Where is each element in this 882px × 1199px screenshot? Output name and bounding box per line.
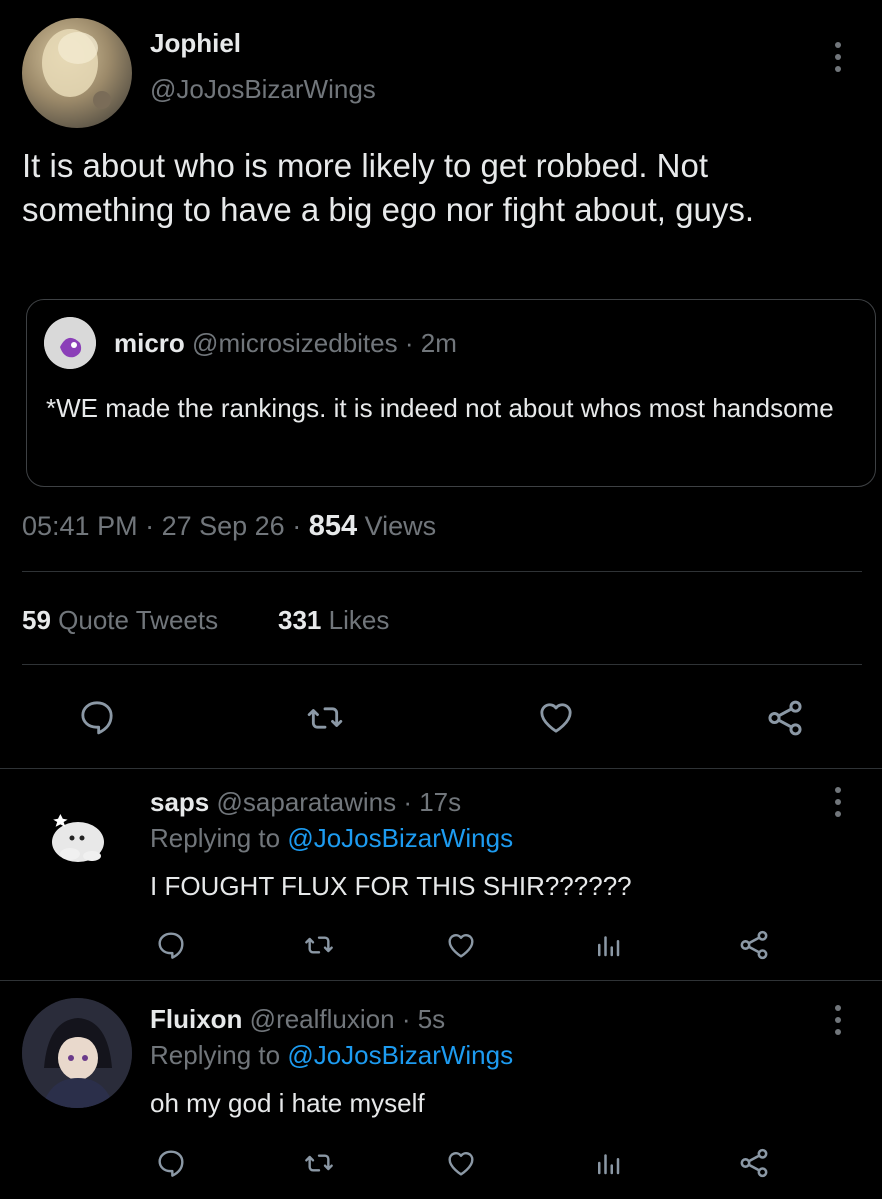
retweet-icon[interactable]: [300, 929, 338, 961]
divider: [22, 664, 862, 665]
quote-tweets-stat[interactable]: 59 Quote Tweets: [22, 605, 218, 636]
quoted-text: *WE made the rankings. it is indeed not …: [46, 393, 834, 423]
quoted-author-handle: @microsizedbites: [192, 328, 398, 358]
more-options-icon[interactable]: [834, 42, 842, 72]
more-options-icon[interactable]: [834, 1005, 842, 1035]
like-icon[interactable]: [443, 1147, 479, 1179]
reply-author-name[interactable]: saps: [150, 787, 209, 817]
tweet-date: 27 Sep 26: [161, 511, 285, 541]
likes-stat[interactable]: 331 Likes: [278, 605, 389, 636]
reply-header: saps @saparatawins · 17s: [150, 787, 462, 817]
share-icon[interactable]: [737, 1146, 771, 1180]
replying-to-label: Replying to: [150, 1040, 281, 1070]
reply-avatar[interactable]: [22, 786, 132, 896]
replying-to-line: Replying to @JoJosBizarWings: [150, 1040, 513, 1071]
reply-avatar[interactable]: [22, 998, 132, 1108]
divider: [0, 980, 882, 981]
divider: [22, 571, 862, 572]
reply-author-handle[interactable]: @realfluxion: [250, 1004, 395, 1034]
like-icon[interactable]: [443, 929, 479, 961]
quoted-header: micro @microsizedbites · 2m: [114, 328, 457, 359]
quote-tweets-label: Quote Tweets: [58, 605, 219, 635]
replying-to-line: Replying to @JoJosBizarWings: [150, 823, 513, 854]
reply-author-name[interactable]: Fluixon: [150, 1004, 242, 1034]
quoted-time: 2m: [420, 328, 457, 358]
reply-author-handle[interactable]: @saparatawins: [217, 787, 397, 817]
divider: [0, 768, 882, 769]
analytics-icon[interactable]: [593, 1147, 623, 1179]
tweet-meta: 05:41 PM · 27 Sep 26 · 854 Views: [22, 510, 437, 542]
analytics-icon[interactable]: [593, 929, 623, 961]
reply-time: 5s: [417, 1004, 446, 1034]
retweet-icon[interactable]: [300, 1147, 338, 1179]
like-icon[interactable]: [534, 697, 578, 737]
likes-count: 331: [278, 605, 322, 635]
quote-tweets-count: 59: [22, 605, 51, 635]
quoted-author-avatar: [44, 317, 96, 369]
author-avatar[interactable]: [22, 18, 132, 128]
reply-icon[interactable]: [154, 1147, 188, 1179]
views-label: Views: [364, 511, 437, 541]
reply-header: Fluixon @realfluxion · 5s: [150, 1004, 446, 1034]
author-handle[interactable]: @JoJosBizarWings: [150, 74, 376, 105]
quoted-separator: ·: [404, 328, 414, 358]
retweet-icon[interactable]: [302, 698, 348, 738]
share-icon[interactable]: [764, 697, 806, 739]
likes-label: Likes: [328, 605, 390, 635]
reply-icon[interactable]: [154, 929, 188, 961]
replying-to-link[interactable]: @JoJosBizarWings: [287, 823, 513, 853]
tweet-text: It is about who is more likely to get ro…: [22, 147, 754, 228]
author-name[interactable]: Jophiel: [150, 28, 241, 59]
quoted-author-name: micro: [114, 328, 185, 358]
reply-text: I FOUGHT FLUX FOR THIS SHIR??????: [150, 871, 632, 901]
replying-to-label: Replying to: [150, 823, 281, 853]
views-count: 854: [308, 510, 358, 542]
replying-to-link[interactable]: @JoJosBizarWings: [287, 1040, 513, 1070]
tweet-time: 05:41 PM: [22, 511, 138, 541]
share-icon[interactable]: [737, 928, 771, 962]
reply-icon[interactable]: [76, 697, 118, 737]
reply-time: 17s: [419, 787, 462, 817]
reply-text: oh my god i hate myself: [150, 1088, 425, 1118]
more-options-icon[interactable]: [834, 787, 842, 817]
